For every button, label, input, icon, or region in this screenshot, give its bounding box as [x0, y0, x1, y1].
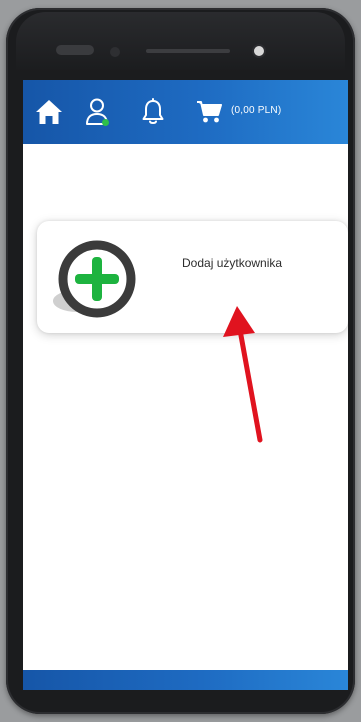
user-icon[interactable] [85, 97, 109, 127]
cart-total[interactable]: (0,00 PLN) [231, 105, 281, 116]
front-camera [254, 46, 264, 56]
plus-icon[interactable] [53, 235, 139, 323]
online-status-dot [102, 119, 109, 126]
annotation-arrow-icon [223, 306, 263, 443]
sensor [56, 45, 94, 55]
add-user-label: Dodaj użytkownika [182, 256, 283, 270]
bell-icon[interactable] [141, 98, 165, 126]
home-icon[interactable] [34, 98, 64, 126]
top-nav-bar: (0,00 PLN) [23, 80, 348, 144]
earpiece [146, 49, 230, 53]
phone-bezel-top [16, 12, 345, 72]
bottom-bar [23, 670, 348, 690]
add-user-card[interactable]: Dodaj użytkownika [37, 221, 348, 333]
sensor-dot [110, 47, 120, 57]
app-screen: (0,00 PLN) Dodaj użytkownika [23, 80, 348, 690]
cart-icon[interactable] [196, 100, 222, 124]
phone-frame: (0,00 PLN) Dodaj użytkownika [6, 8, 355, 714]
